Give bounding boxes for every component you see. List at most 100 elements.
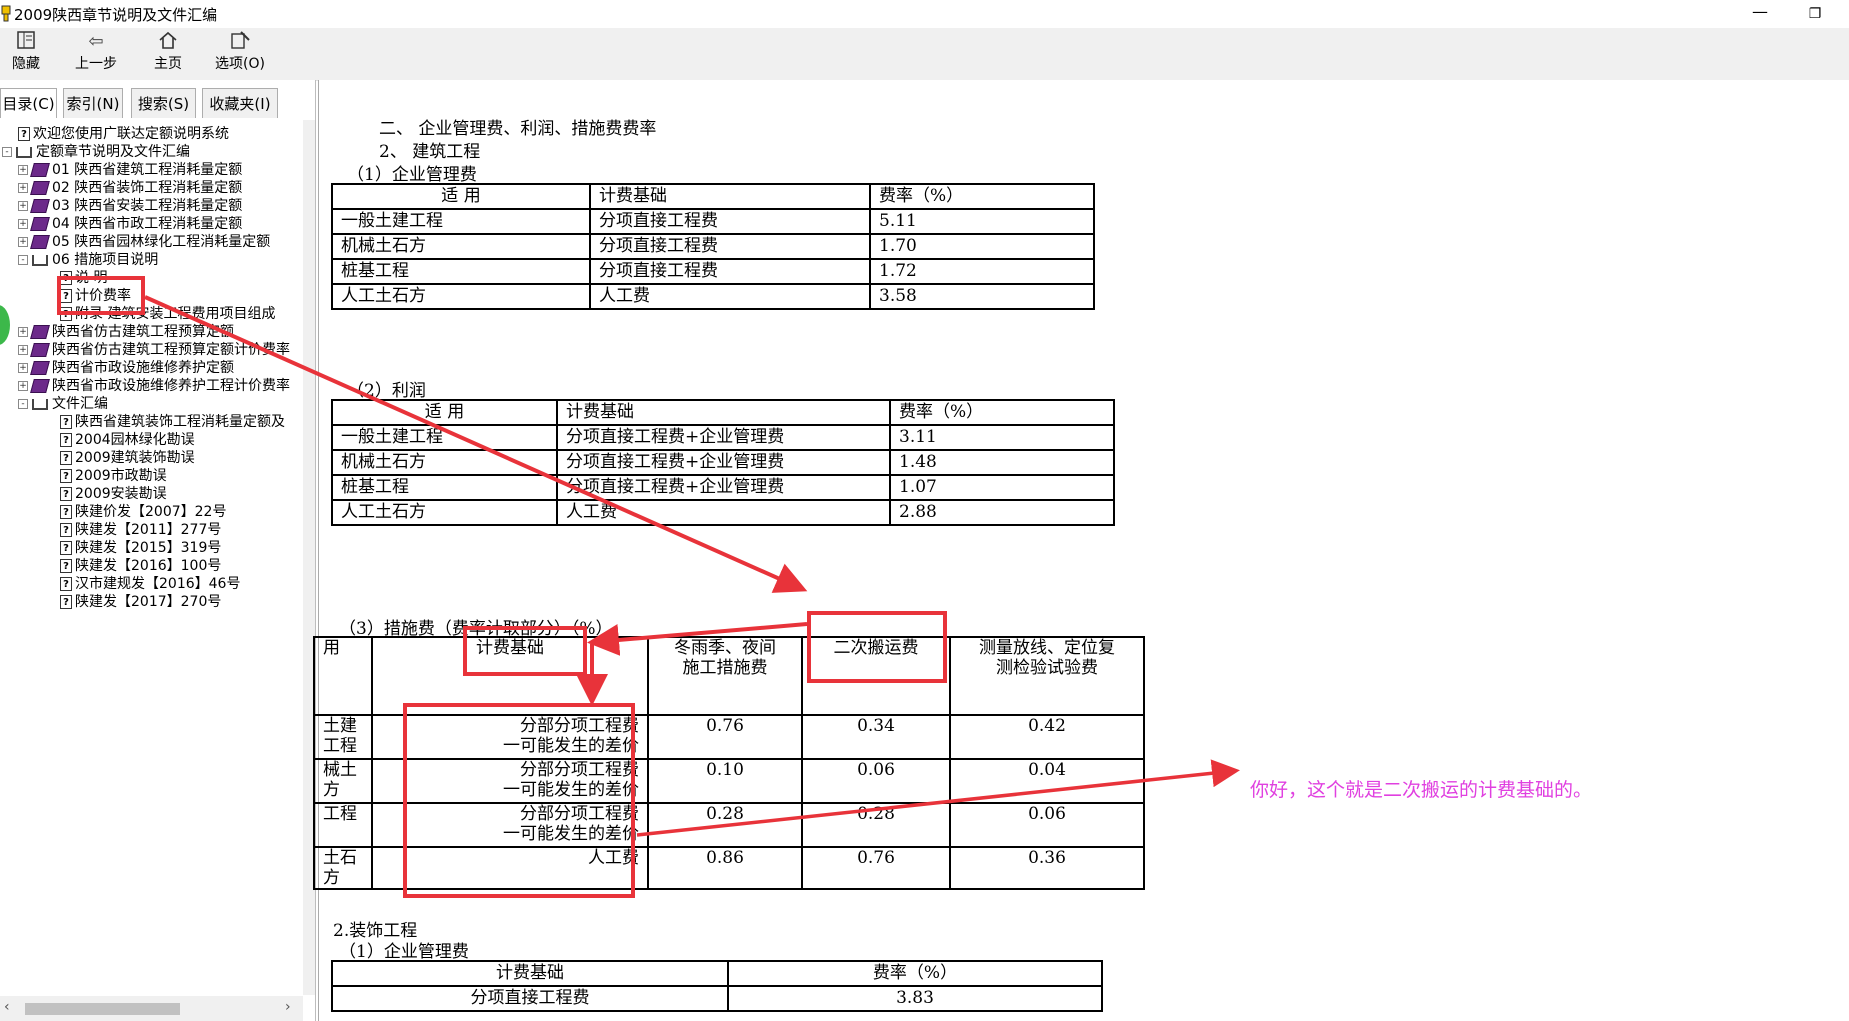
- tree-item[interactable]: + 陕西省市政设施维修养护定额: [18, 359, 234, 377]
- collapse-icon[interactable]: -: [18, 399, 28, 409]
- sec-management-fee-title: （1）企业管理费: [347, 165, 477, 185]
- expand-icon[interactable]: +: [18, 327, 28, 337]
- table-cell: 土建 工程: [313, 714, 373, 760]
- home-button[interactable]: 主页: [148, 30, 188, 76]
- tree-item[interactable]: ? 陕建发【2015】319号: [60, 539, 221, 557]
- tree-item[interactable]: - 06 措施项目说明: [18, 251, 158, 269]
- scroll-left-icon[interactable]: ‹: [4, 999, 10, 1015]
- minimize-button[interactable]: —: [1745, 0, 1775, 28]
- tree-item[interactable]: +05 陕西省园林绿化工程消耗量定额: [18, 233, 270, 251]
- tree-item[interactable]: ? 附录 建筑安装工程费用项目组成: [60, 305, 275, 323]
- table-cell: 计费基础: [589, 183, 871, 210]
- tree-item[interactable]: ? 陕建发【2011】277号: [60, 521, 221, 539]
- tree-item[interactable]: ? 说 明: [60, 269, 107, 287]
- hide-label: 隐藏: [12, 56, 40, 72]
- help-page-icon: ?: [60, 541, 72, 555]
- tree-horizontal-scrollbar[interactable]: ‹ ›: [0, 996, 303, 1021]
- expand-icon[interactable]: +: [18, 183, 28, 193]
- back-button[interactable]: ⇦ 上一步: [70, 30, 122, 76]
- collapse-icon[interactable]: -: [2, 147, 12, 157]
- expand-icon[interactable]: +: [18, 165, 28, 175]
- table-cell: 人工费: [371, 846, 649, 890]
- table-cell: 计费基础: [371, 636, 649, 716]
- tree-item[interactable]: +01 陕西省建筑工程消耗量定额: [18, 161, 242, 179]
- expand-icon[interactable]: +: [18, 345, 28, 355]
- table-cell: 0.36: [949, 846, 1145, 890]
- tree-item-label: 04 陕西省市政工程消耗量定额: [52, 216, 243, 232]
- expand-icon[interactable]: +: [18, 381, 28, 391]
- options-button[interactable]: 选项(O): [210, 30, 270, 76]
- tree-item[interactable]: + 陕西省仿古建筑工程预算定额计价费率: [18, 341, 290, 359]
- table-cell: 3.58: [869, 283, 1095, 310]
- tree-item[interactable]: ? 2004园林绿化勘误: [60, 431, 195, 449]
- tree-item[interactable]: +02 陕西省装饰工程消耗量定额: [18, 179, 242, 197]
- table-row: 人工土石方 人工费 3.58: [331, 283, 1095, 310]
- table-cell: 一般土建工程: [331, 424, 558, 451]
- tree-item[interactable]: ? 陕建发【2017】270号: [60, 593, 221, 611]
- table-row: 机械土石方 分项直接工程费+企业管理费 1.48: [331, 449, 1115, 476]
- tree-item[interactable]: + 陕西省市政设施维修养护工程计价费率: [18, 377, 290, 395]
- table-cell: 0.42: [949, 714, 1145, 760]
- table-cell: 1.72: [869, 258, 1095, 285]
- tree-item[interactable]: ? 计价费率: [60, 287, 131, 305]
- tree-item[interactable]: ? 欢迎您使用广联达定额说明系统: [18, 125, 229, 143]
- tree-item[interactable]: - 定额章节说明及文件汇编: [2, 143, 190, 161]
- hide-button[interactable]: 隐藏: [6, 30, 46, 76]
- tree-item-label: 欢迎您使用广联达定额说明系统: [33, 126, 229, 142]
- tree-item[interactable]: ? 汉市建规发【2016】46号: [60, 575, 240, 593]
- expand-icon[interactable]: +: [18, 363, 28, 373]
- table-cell: 机械土石方: [331, 233, 591, 260]
- open-book-icon: [32, 398, 48, 410]
- table-cell: 2.88: [889, 499, 1115, 526]
- table-cell: 工程: [313, 802, 373, 848]
- tab-favorites[interactable]: 收藏夹(I): [202, 88, 278, 118]
- measures-fee-table: 用计费基础 冬雨季、夜间 施工措施费 二次搬运费 测量放线、定位复 测检验试验费 土建 …: [313, 636, 1145, 890]
- tree-item[interactable]: ? 陕西省建筑装饰工程消耗量定额及: [60, 413, 285, 431]
- closed-book-icon: [30, 379, 50, 393]
- closed-book-icon: [30, 199, 50, 213]
- tree-item[interactable]: ? 陕建发【2016】100号: [60, 557, 221, 575]
- tree-item[interactable]: + 陕西省仿古建筑工程预算定额: [18, 323, 234, 341]
- table-cell: 1.48: [889, 449, 1115, 476]
- tree-item-label: 陕西省仿古建筑工程预算定额计价费率: [52, 342, 290, 358]
- tree-item[interactable]: +03 陕西省安装工程消耗量定额: [18, 197, 242, 215]
- help-page-icon: ?: [60, 559, 72, 573]
- tree-item-label: 陕建发【2015】319号: [75, 540, 222, 556]
- tree-item-label: 陕西省仿古建筑工程预算定额: [52, 324, 234, 340]
- table-cell: 分部分项工程费 一可能发生的差价: [371, 714, 649, 760]
- scroll-right-icon[interactable]: ›: [285, 999, 291, 1015]
- navigation-pane: 目录(C) 索引(N) 搜索(S) 收藏夹(I) ? 欢迎您使用广联达定额说明系统…: [0, 80, 316, 1021]
- document-view[interactable]: 二、 企业管理费、利润、措施费费率 2、 建筑工程 （1）企业管理费 适 用计费…: [313, 80, 1849, 1021]
- tree-item-label: 陕西省建筑装饰工程消耗量定额及: [75, 414, 285, 430]
- tree-item-label: 02 陕西省装饰工程消耗量定额: [52, 180, 243, 196]
- help-page-icon: ?: [60, 523, 72, 537]
- tree-item[interactable]: ? 2009建筑装饰勘误: [60, 449, 195, 467]
- scrollbar-thumb[interactable]: [25, 1003, 180, 1015]
- tab-contents[interactable]: 目录(C): [0, 88, 57, 118]
- tree-item[interactable]: ? 2009安装勘误: [60, 485, 167, 503]
- table-cell: 计费基础: [331, 960, 729, 987]
- tab-index[interactable]: 索引(N): [63, 88, 123, 118]
- table-cell: 二次搬运费: [801, 636, 951, 716]
- tree-item[interactable]: - 文件汇编: [18, 395, 108, 413]
- tree-item-label: 定额章节说明及文件汇编: [36, 144, 190, 160]
- table-cell: 分项直接工程费: [589, 208, 871, 235]
- collapse-icon[interactable]: -: [18, 255, 28, 265]
- table-cell: 桩基工程: [331, 474, 558, 501]
- restore-button[interactable]: ❐: [1800, 0, 1830, 28]
- table-cell: 分部分项工程费 一可能发生的差价: [371, 758, 649, 804]
- table-cell: 用: [313, 636, 373, 716]
- table-cell: 人工费: [589, 283, 871, 310]
- expand-icon[interactable]: +: [18, 219, 28, 229]
- tab-search[interactable]: 搜索(S): [131, 88, 196, 118]
- tree-item[interactable]: ? 2009市政勘误: [60, 467, 167, 485]
- expand-icon[interactable]: +: [18, 201, 28, 211]
- expand-icon[interactable]: +: [18, 237, 28, 247]
- table-row: 人工土石方 人工费 2.88: [331, 499, 1115, 526]
- tree-item[interactable]: ? 陕建价发【2007】22号: [60, 503, 226, 521]
- tree-item-label: 2009建筑装饰勘误: [75, 450, 195, 466]
- closed-book-icon: [30, 325, 50, 339]
- options-icon: [210, 30, 270, 54]
- tree-item[interactable]: +04 陕西省市政工程消耗量定额: [18, 215, 242, 233]
- sec-decoration-sub: （1）企业管理费: [339, 942, 469, 962]
